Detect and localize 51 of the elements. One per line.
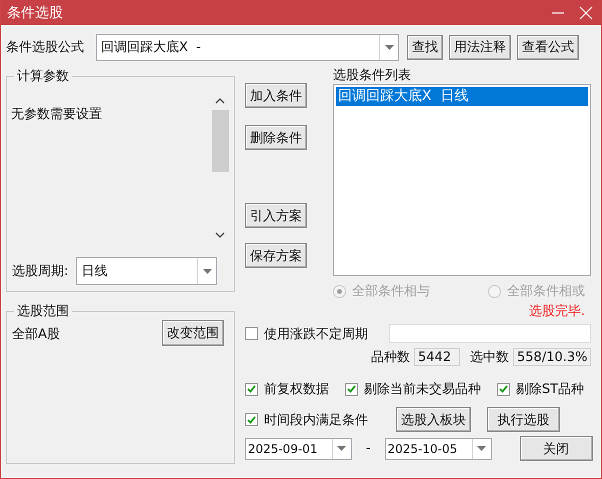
list-title: 选股条件列表 [332,67,412,84]
condition-item[interactable]: 回调回踩大底X 日线 [336,87,588,106]
action-button[interactable]: 加入条件 [244,83,307,108]
window-title: 条件选股 [7,4,63,22]
formula-button[interactable]: 用法注释 [449,34,511,60]
params-message: 无参数需要设置 [11,106,102,124]
formula-label: 条件选股公式 [6,39,84,56]
end-date-picker[interactable]: 2025-10-05 [384,438,492,460]
count-label: 选中数 [470,349,509,366]
formula-combo[interactable]: 回调回踩大底X - [96,34,399,60]
checkbox-label: 前复权数据 [264,381,329,398]
checkbox[interactable] [244,413,258,426]
formula-button[interactable]: 查找 [407,34,443,60]
change-scope-button[interactable]: 改变范围 [162,320,224,346]
dropdown-arrow-icon [202,268,212,274]
dropdown-arrow-icon [477,446,486,451]
checkbox-label: 剔除ST品种 [516,381,584,398]
dropdown-arrow-icon [384,44,394,50]
scroll-down-icon[interactable] [215,232,226,239]
scope-value: 全部A股 [12,326,60,343]
checkbox[interactable] [244,382,258,396]
action-button[interactable]: 保存方案 [244,243,307,268]
radio-label: 全部条件相与 [352,283,430,300]
period-label: 选股周期: [12,263,68,280]
group-title: 选股范围 [16,303,70,320]
period-input-field[interactable] [389,324,591,343]
dropdown-arrow-icon [337,446,346,451]
period-combo[interactable]: 日线 [76,257,218,285]
scroll-up-icon[interactable] [215,97,226,104]
group-title: 计算参数 [16,68,70,85]
count-label: 品种数 [371,349,410,366]
scrollbar-thumb[interactable] [212,110,229,172]
count-value: 5442 [414,348,460,366]
date-separator: - [366,441,371,456]
checkbox[interactable] [244,327,258,340]
count-value: 558/10.3% [513,348,591,366]
add-to-block-button[interactable]: 选股入板块 [396,407,471,432]
radio-label: 全部条件相或 [507,283,585,300]
checkbox-label: 时间段内满足条件 [264,412,368,428]
run-button[interactable]: 执行选股 [486,407,560,432]
formula-button[interactable]: 查看公式 [517,34,579,60]
checkbox[interactable] [344,382,358,396]
checkbox-label: 使用涨跌不定周期 [264,326,368,342]
action-button[interactable]: 删除条件 [244,125,307,150]
checkbox[interactable] [496,382,510,396]
checkbox-label: 剔除当前未交易品种 [364,381,481,398]
close-icon[interactable] [579,6,593,20]
status-message: 选股完毕. [528,303,585,320]
close-button[interactable]: 关闭 [520,436,593,461]
start-date-picker[interactable]: 2025-09-01 [244,438,352,460]
action-button[interactable]: 引入方案 [244,203,307,228]
